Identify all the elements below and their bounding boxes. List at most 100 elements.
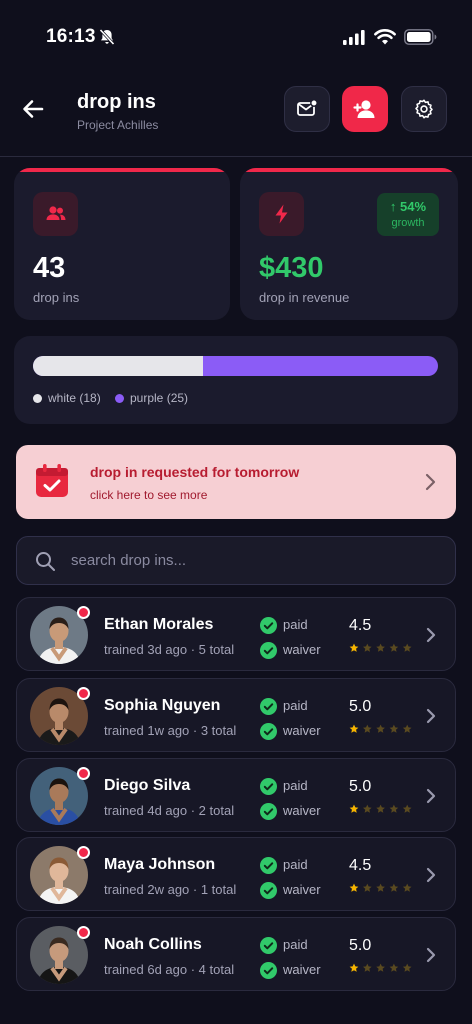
waiver-check-icon bbox=[260, 642, 277, 659]
paid-label: paid bbox=[283, 698, 308, 713]
chevron-right-icon bbox=[425, 473, 436, 491]
star-icon bbox=[363, 643, 372, 652]
white-dot bbox=[33, 393, 42, 403]
star-fill-icon bbox=[349, 724, 359, 733]
lightning-bolt-icon bbox=[275, 204, 287, 224]
growth-badge: ↑ 54% growth bbox=[377, 193, 439, 236]
drop-in-row[interactable]: Sophia Nguyen trained 1w ago · 3 total p… bbox=[16, 678, 456, 752]
rating-stars bbox=[349, 643, 412, 652]
status-indicator bbox=[77, 846, 90, 859]
status-indicator bbox=[77, 687, 90, 700]
person-meta: trained 6d ago · 4 total bbox=[104, 962, 235, 977]
legend-white-label: white (18) bbox=[48, 391, 101, 405]
belt-distribution-card: white (18) purple (25) bbox=[14, 336, 458, 424]
star-icon bbox=[376, 963, 385, 972]
growth-label: growth bbox=[391, 217, 425, 229]
search-icon bbox=[36, 552, 55, 571]
star-fill-icon bbox=[349, 963, 359, 972]
users-icon-box bbox=[33, 192, 78, 236]
belt-distribution-bar bbox=[33, 356, 438, 376]
waiver-label: waiver bbox=[283, 803, 321, 818]
add-user-icon bbox=[353, 100, 375, 118]
star-icon bbox=[376, 643, 385, 652]
drop-in-row[interactable]: Ethan Morales trained 3d ago · 5 total p… bbox=[16, 597, 456, 671]
settings-button[interactable] bbox=[401, 86, 447, 132]
status-indicator bbox=[77, 926, 90, 939]
search-input[interactable] bbox=[71, 537, 431, 584]
star-fill-icon bbox=[349, 883, 359, 892]
person-name: Ethan Morales bbox=[104, 616, 214, 633]
star-fill-icon bbox=[349, 643, 359, 652]
header-divider bbox=[0, 156, 472, 157]
drop-in-request-alert[interactable]: drop in requested for tomorrow click her… bbox=[16, 445, 456, 519]
users-icon bbox=[46, 206, 65, 220]
chevron-right-icon bbox=[426, 867, 436, 883]
gear-icon bbox=[415, 99, 433, 119]
growth-percentage: ↑ 54% bbox=[389, 199, 427, 214]
legend-white: white (18) bbox=[33, 391, 101, 405]
chevron-right-icon bbox=[426, 627, 436, 643]
waiver-label: waiver bbox=[283, 723, 321, 738]
mail-notification-icon bbox=[297, 99, 318, 116]
star-fill-icon bbox=[349, 804, 359, 813]
drop-ins-count: 43 bbox=[33, 252, 66, 284]
drop-in-row[interactable]: Maya Johnson trained 2w ago · 1 total pa… bbox=[16, 837, 456, 911]
card-accent-bar bbox=[240, 168, 458, 172]
person-meta: trained 4d ago · 2 total bbox=[104, 803, 235, 818]
waiver-label: waiver bbox=[283, 962, 321, 977]
star-icon bbox=[376, 724, 385, 733]
white-belt-segment bbox=[33, 356, 203, 376]
page-title: drop ins bbox=[77, 91, 156, 113]
drop-ins-count-card: 43 drop ins bbox=[14, 168, 230, 320]
person-meta: trained 3d ago · 5 total bbox=[104, 642, 235, 657]
waiver-label: waiver bbox=[283, 642, 321, 657]
drop-ins-count-label: drop ins bbox=[33, 290, 80, 305]
rating-stars bbox=[349, 963, 412, 972]
calendar-check-icon bbox=[36, 464, 68, 497]
paid-check-icon bbox=[260, 857, 277, 874]
paid-check-icon bbox=[260, 937, 277, 954]
star-icon bbox=[402, 963, 412, 972]
star-icon bbox=[363, 804, 372, 813]
chevron-right-icon bbox=[426, 947, 436, 963]
search-bar[interactable] bbox=[16, 536, 456, 585]
star-icon bbox=[402, 724, 412, 733]
battery-icon bbox=[404, 29, 437, 45]
drop-in-row[interactable]: Noah Collins trained 6d ago · 4 total pa… bbox=[16, 917, 456, 991]
person-name: Diego Silva bbox=[104, 777, 191, 794]
person-meta: trained 1w ago · 3 total bbox=[104, 723, 237, 738]
waiver-check-icon bbox=[260, 723, 277, 740]
revenue-value: $430 bbox=[259, 252, 324, 284]
waiver-check-icon bbox=[260, 962, 277, 979]
alert-title: drop in requested for tomorrow bbox=[90, 464, 300, 480]
legend-purple: purple (25) bbox=[115, 391, 188, 405]
person-name: Sophia Nguyen bbox=[104, 697, 221, 714]
rating-value: 5.0 bbox=[349, 937, 372, 954]
waiver-label: waiver bbox=[283, 882, 321, 897]
bell-off-icon bbox=[99, 28, 115, 46]
alert-subtitle: click here to see more bbox=[90, 488, 208, 502]
paid-label: paid bbox=[283, 778, 308, 793]
star-icon bbox=[376, 804, 385, 813]
wifi-icon bbox=[374, 29, 396, 45]
purple-dot bbox=[115, 393, 124, 403]
revenue-label: drop in revenue bbox=[259, 290, 350, 305]
rating-value: 5.0 bbox=[349, 698, 372, 715]
page-subtitle: Project Achilles bbox=[77, 118, 159, 132]
star-icon bbox=[402, 883, 412, 892]
star-icon bbox=[389, 804, 399, 813]
star-icon bbox=[363, 883, 372, 892]
paid-check-icon bbox=[260, 617, 277, 634]
back-arrow-icon[interactable] bbox=[20, 96, 46, 122]
person-name: Noah Collins bbox=[104, 936, 202, 953]
add-drop-in-button[interactable] bbox=[342, 86, 388, 132]
rating-value: 4.5 bbox=[349, 857, 372, 874]
messages-button[interactable] bbox=[284, 86, 330, 132]
rating-stars bbox=[349, 883, 412, 892]
legend-purple-label: purple (25) bbox=[130, 391, 189, 405]
person-name: Maya Johnson bbox=[104, 856, 216, 873]
drop-in-row[interactable]: Diego Silva trained 4d ago · 2 total pai… bbox=[16, 758, 456, 832]
star-icon bbox=[402, 804, 412, 813]
chevron-right-icon bbox=[426, 788, 436, 804]
cellular-signal-icon bbox=[343, 30, 365, 45]
